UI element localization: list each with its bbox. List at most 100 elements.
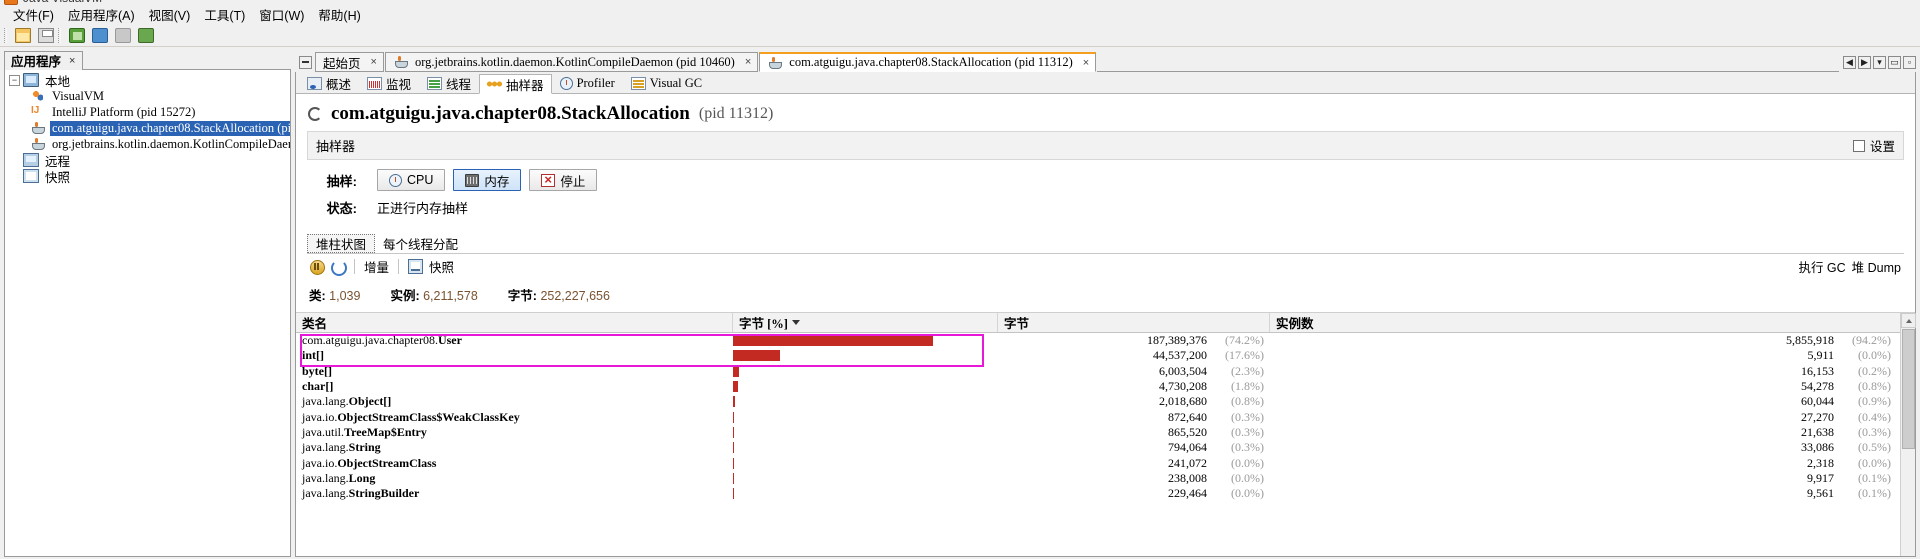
column-class-name[interactable]: 类名 [296,313,733,332]
add-vm-coredump-button[interactable] [135,25,156,45]
tree-node-visualvm[interactable]: VisualVM [5,88,290,104]
tab-heap-histogram[interactable]: 堆柱状图 [307,234,376,253]
stat-value: 252,227,656 [540,289,610,303]
tab-threads[interactable]: 线程 [419,73,479,93]
bytes-percent-bar [733,396,736,408]
settings-label: 设置 [1869,140,1895,154]
column-instances[interactable]: 实例数 [1270,313,1915,332]
tab-overview[interactable]: 概述 [299,73,359,93]
menu-window[interactable]: 窗口(W) [252,3,311,26]
tree-node-snapshots[interactable]: 快照 [5,168,290,185]
java-icon [393,55,409,69]
save-button[interactable] [35,25,56,45]
delta-button[interactable]: 增量 [364,257,389,276]
open-snapshot-button[interactable] [12,25,33,45]
table-row[interactable]: java.io. ObjectStreamClass$WeakClassKey 87… [296,409,1915,424]
separator [398,258,400,274]
sub-tab-label: Profiler [576,75,615,90]
tab-applications[interactable]: 应用程序 × [4,51,84,70]
tab-list-button[interactable]: ▾ [1873,55,1886,69]
tab-visual-gc[interactable]: Visual GC [623,73,710,93]
bytes-percent-bar [733,350,781,362]
button-label: 停止 [560,174,586,189]
minimize-icon [298,55,312,69]
snapshot-button[interactable]: 快照 [429,257,454,276]
tree-node-intellij[interactable]: IntelliJ Platform (pid 15272) [5,104,290,120]
perform-gc-button[interactable]: 执行 GC [1798,257,1845,276]
table-row[interactable]: java.lang. Long 238,008 (0.0%) 9,917 (0.1%) [296,471,1915,486]
memory-icon [465,173,480,187]
tab-stack-allocation[interactable]: com.atguigu.java.chapter08.StackAllocati… [759,52,1097,72]
tab-start-page[interactable]: 起始页 × [315,52,384,72]
checkbox-icon[interactable] [1852,139,1865,152]
refresh-icon[interactable] [330,259,347,276]
stat-bytes: 字节: 252,227,656 [508,285,610,304]
sample-memory-button[interactable]: 内存 [453,169,522,191]
maximize-button[interactable]: ▭ [1888,55,1901,69]
application-pid: (pid 11312) [698,105,774,122]
tree-node-local[interactable]: − 本地 [5,72,290,89]
add-local-host-button[interactable] [66,25,87,45]
menu-applications[interactable]: 应用程序(A) [61,3,142,26]
scroll-up-button[interactable] [1901,313,1916,328]
sub-tab-label: 线程 [446,77,472,92]
tab-sampler[interactable]: 抽样器 [479,74,552,94]
menu-bar: 文件(F) 应用程序(A) 视图(V) 工具(T) 窗口(W) 帮助(H) [0,5,1920,24]
applications-tree[interactable]: − 本地 VisualVM IntelliJ Platform (pid 152… [4,70,291,557]
add-jmx-connection-icon [91,27,108,43]
visualvm-window: Java VisualVM 文件(F) 应用程序(A) 视图(V) 工具(T) … [0,0,1920,559]
tree-node-label: org.jetbrains.kotlin.daemon.KotlinCompil… [52,136,291,151]
close-icon[interactable]: × [745,56,751,68]
table-row[interactable]: java.lang. String 794,064 (0.3%) 33,086 (0.5%… [296,440,1915,455]
table-row[interactable]: char[] 4,730,208 (1.8%) 54,278 (0.8%) [296,379,1915,394]
close-icon[interactable]: × [371,56,377,68]
sample-cpu-button[interactable]: CPU [377,169,446,191]
column-bytes-percent[interactable]: 字节 [%] [733,313,998,332]
add-jmx-connection-button[interactable] [89,25,110,45]
tab-per-thread-allocations[interactable]: 每个线程分配 [375,234,466,253]
close-icon[interactable]: × [1083,57,1089,69]
snapshot-icon[interactable] [408,258,424,274]
column-label: 字节 [%] [739,317,788,331]
cpu-icon [389,173,402,187]
expander-icon[interactable]: − [9,74,20,86]
table-row[interactable]: java.lang. StringBuilder 229,464 (0.0%) 9,56… [296,486,1915,501]
toolbar-grip [4,27,7,43]
cell-bytes: 187,389,376 (74.2%) [998,333,1270,348]
float-button[interactable]: ▫ [1903,55,1916,69]
table-row[interactable]: java.util. TreeMap$Entry 865,520 (0.3%) 21,6… [296,425,1915,440]
table-row[interactable]: java.lang. Object[] 2,018,680 (0.8%) 60,044 (… [296,394,1915,409]
scroll-tabs-left-button[interactable]: ◀ [1843,55,1856,69]
pause-icon[interactable] [309,259,325,275]
sampler-section-header: 抽样器 设置 [307,131,1904,160]
menu-help[interactable]: 帮助(H) [311,3,367,26]
tab-monitor[interactable]: 监视 [359,73,419,93]
add-remote-host-button[interactable] [112,25,133,45]
applications-tab-row: 应用程序 × [4,50,291,70]
stop-sampling-button[interactable]: 停止 [529,169,598,191]
table-row[interactable]: int[] 44,537,200 (17.6%) 5,911 (0.0%) [296,348,1915,363]
table-body[interactable]: com.atguigu.java.chapter08. User 187,389,3… [296,333,1915,556]
cell-bytes: 6,003,504 (2.3%) [998,364,1270,379]
heap-dump-button[interactable]: 堆 Dump [1852,257,1915,276]
close-icon[interactable]: × [69,55,75,67]
table-row[interactable]: java.io. ObjectStreamClass 241,072 (0.0%) 2,… [296,455,1915,470]
menu-view[interactable]: 视图(V) [142,3,198,26]
tab-kotlin-compile-daemon[interactable]: org.jetbrains.kotlin.daemon.KotlinCompil… [384,52,759,72]
menu-tools[interactable]: 工具(T) [197,3,252,26]
table-vertical-scrollbar[interactable] [1900,313,1916,556]
tab-profiler[interactable]: Profiler [552,73,623,93]
bytes-percent: (17.6%) [1225,348,1264,363]
bytes-percent: (0.3%) [1231,409,1264,424]
settings-toggle[interactable]: 设置 [1852,136,1895,155]
scroll-tabs-right-button[interactable]: ▶ [1858,55,1871,69]
column-label: 字节 [1004,317,1030,331]
tree-node-stack-allocation[interactable]: com.atguigu.java.chapter08.StackAllocati… [5,120,290,136]
collapse-panel-button[interactable] [295,52,315,72]
table-row[interactable]: com.atguigu.java.chapter08. User 187,389,3… [296,333,1915,348]
scrollbar-thumb[interactable] [1902,329,1915,449]
table-row[interactable]: byte[] 6,003,504 (2.3%) 16,153 (0.2%) [296,364,1915,379]
column-bytes[interactable]: 字节 [998,313,1270,332]
menu-file[interactable]: 文件(F) [6,3,61,26]
bytes-value: 794,064 [1168,440,1207,455]
